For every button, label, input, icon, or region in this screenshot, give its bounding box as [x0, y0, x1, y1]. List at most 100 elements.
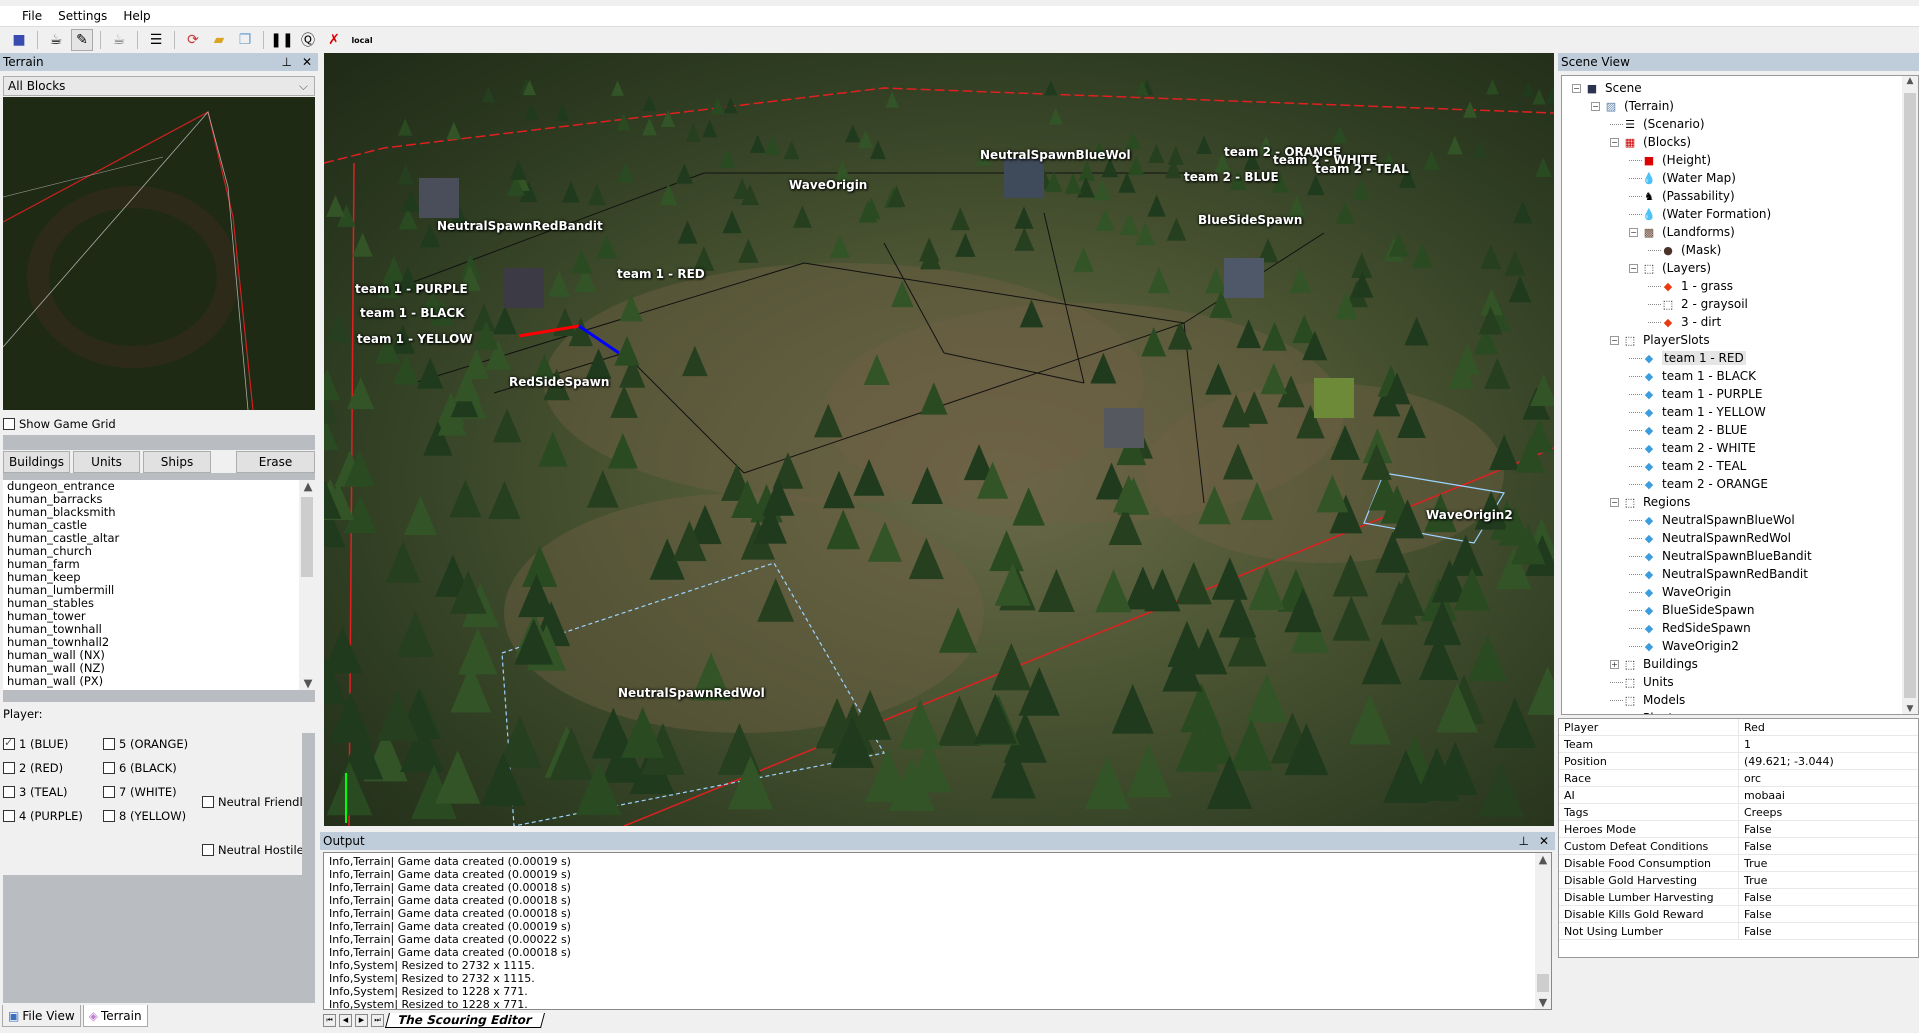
building-model[interactable]: [419, 178, 459, 218]
building-model[interactable]: [1104, 408, 1144, 448]
tree-node[interactable]: ◆ team 1 - YELLOW: [1629, 403, 1766, 421]
scrollbar[interactable]: ▲ ▼: [1535, 853, 1551, 1009]
building-list[interactable]: dungeon_entrance human_barracks human_blac…: [3, 480, 315, 690]
scroll-down-icon[interactable]: ▼: [299, 677, 315, 690]
building-list-item[interactable]: human_wall (PX): [5, 675, 315, 688]
units-button[interactable]: Units: [73, 451, 140, 473]
tree-node[interactable]: − ⬚ Regions: [1610, 493, 1690, 511]
tree-node[interactable]: − ⬚ (Layers): [1629, 259, 1711, 277]
scroll-up-icon[interactable]: ▲: [1902, 76, 1918, 86]
menu-help[interactable]: Help: [115, 9, 158, 23]
viewport-label[interactable]: team 1 - RED: [617, 267, 705, 281]
viewport-label[interactable]: WaveOrigin2: [1426, 508, 1513, 522]
copy-icon[interactable]: ❐: [234, 29, 256, 51]
tree-node[interactable]: ◆ team 1 - BLACK: [1629, 367, 1756, 385]
building-model[interactable]: [1004, 158, 1044, 198]
viewport-label[interactable]: team 1 - YELLOW: [357, 332, 473, 346]
property-row[interactable]: AI mobaai: [1559, 787, 1918, 804]
player-checkbox[interactable]: 8 (YELLOW): [103, 809, 186, 823]
block-filter-dropdown[interactable]: All Blocks ⌵: [3, 76, 315, 96]
local-button[interactable]: local: [349, 29, 375, 51]
checkbox[interactable]: [3, 762, 15, 774]
viewport-label[interactable]: team 1 - BLACK: [360, 306, 465, 320]
tree-node[interactable]: ◆ team 1 - PURPLE: [1629, 385, 1762, 403]
collapse-icon[interactable]: −: [1572, 83, 1581, 93]
player-checkbox[interactable]: 5 (ORANGE): [103, 737, 188, 751]
player-checkbox[interactable]: 6 (BLACK): [103, 761, 177, 775]
buildings-button[interactable]: Buildings: [3, 451, 70, 473]
checkbox[interactable]: [103, 762, 115, 774]
property-value[interactable]: orc: [1739, 772, 1761, 785]
property-grid[interactable]: Player Red Team 1 Position (49.621; -3.044) Ra…: [1558, 718, 1919, 958]
tree-node[interactable]: ◆ team 2 - TEAL: [1629, 457, 1746, 475]
player-checkbox[interactable]: 7 (WHITE): [103, 785, 177, 799]
property-row[interactable]: Not Using Lumber False: [1559, 923, 1918, 940]
collapse-icon[interactable]: −: [1629, 227, 1638, 237]
checkbox[interactable]: [3, 418, 15, 430]
prev-icon[interactable]: ◀: [339, 1013, 352, 1027]
player-checkbox[interactable]: 2 (RED): [3, 761, 63, 775]
edit-icon[interactable]: ✎: [71, 29, 93, 51]
property-value[interactable]: mobaai: [1739, 789, 1785, 802]
tree-node[interactable]: − ▨ (Terrain): [1591, 97, 1674, 115]
tree-node[interactable]: ⬚ Plants: [1610, 709, 1680, 714]
scroll-thumb[interactable]: [1904, 93, 1916, 698]
checkbox[interactable]: [202, 844, 214, 856]
property-row[interactable]: Disable Food Consumption True: [1559, 855, 1918, 872]
property-row[interactable]: Custom Defeat Conditions False: [1559, 838, 1918, 855]
tree-node[interactable]: ◆ BlueSideSpawn: [1629, 601, 1755, 619]
viewport-label[interactable]: BlueSideSpawn: [1198, 213, 1302, 227]
property-row[interactable]: Tags Creeps: [1559, 804, 1918, 821]
tab-file-view[interactable]: ▣ File View: [2, 1005, 81, 1027]
property-row[interactable]: Disable Lumber Harvesting False: [1559, 889, 1918, 906]
checkbox[interactable]: [3, 736, 15, 750]
scrollbar[interactable]: ▲ ▼: [299, 480, 315, 690]
tree-node[interactable]: 💧 (Water Map): [1629, 169, 1736, 187]
building-model[interactable]: [1314, 378, 1354, 418]
tree-node[interactable]: ◆ team 2 - ORANGE: [1629, 475, 1768, 493]
property-value[interactable]: True: [1739, 874, 1767, 887]
tree-node[interactable]: ⬚ Units: [1610, 673, 1674, 691]
pin-icon[interactable]: ⊥: [1518, 834, 1528, 848]
tree-node[interactable]: ◆ WaveOrigin: [1629, 583, 1731, 601]
tree-node[interactable]: + ⬚ Buildings: [1610, 655, 1698, 673]
property-value[interactable]: (49.621; -3.044): [1739, 755, 1834, 768]
tree-node[interactable]: − ▩ (Landforms): [1629, 223, 1735, 241]
property-value[interactable]: Creeps: [1739, 806, 1782, 819]
property-row[interactable]: Disable Kills Gold Reward False: [1559, 906, 1918, 923]
open-folder-icon[interactable]: ▰: [208, 29, 230, 51]
scroll-up-icon[interactable]: ▲: [1535, 853, 1551, 866]
show-game-grid-checkbox[interactable]: Show Game Grid: [3, 417, 116, 431]
building-model[interactable]: [1224, 258, 1264, 298]
viewport-label[interactable]: NeutralSpawnBlueWol: [980, 148, 1131, 162]
collapse-icon[interactable]: −: [1610, 497, 1619, 507]
scroll-thumb[interactable]: [301, 497, 313, 577]
viewport-label[interactable]: team 2 - TEAL: [1315, 162, 1409, 176]
erase-button[interactable]: Erase: [236, 451, 315, 473]
viewport-label[interactable]: team 2 - BLUE: [1184, 170, 1279, 184]
no-edit-icon[interactable]: ✗: [323, 29, 345, 51]
checkbox[interactable]: [103, 786, 115, 798]
collapse-icon[interactable]: −: [1629, 263, 1638, 273]
align-icon[interactable]: ☰: [145, 29, 167, 51]
tree-node[interactable]: 💧 (Water Formation): [1629, 205, 1771, 223]
viewport-label[interactable]: RedSideSpawn: [509, 375, 609, 389]
save-icon[interactable]: ■: [8, 29, 30, 51]
teapot-wire-icon[interactable]: ☕: [108, 29, 130, 51]
scrollbar[interactable]: ▲ ▼: [1902, 76, 1918, 714]
close-icon[interactable]: ✕: [302, 55, 312, 69]
close-icon[interactable]: ✕: [1539, 834, 1549, 848]
scroll-up-icon[interactable]: ▲: [299, 480, 315, 493]
tree-node[interactable]: ◆ NeutralSpawnRedBandit: [1629, 565, 1808, 583]
property-row[interactable]: Disable Gold Harvesting True: [1559, 872, 1918, 889]
property-row[interactable]: Player Red: [1559, 719, 1918, 736]
property-value[interactable]: False: [1739, 823, 1772, 836]
player-checkbox[interactable]: 4 (PURPLE): [3, 809, 83, 823]
property-value[interactable]: False: [1739, 925, 1772, 938]
player-checkbox[interactable]: 1 (BLUE): [3, 736, 68, 751]
viewport-label[interactable]: team 1 - PURPLE: [355, 282, 468, 296]
neutral-hostile-checkbox[interactable]: Neutral Hostile: [202, 843, 304, 857]
tree-node[interactable]: − ■ Scene: [1572, 79, 1642, 97]
pin-icon[interactable]: ⊥: [281, 55, 291, 69]
tree-node[interactable]: ◆ 1 - grass: [1648, 277, 1733, 295]
